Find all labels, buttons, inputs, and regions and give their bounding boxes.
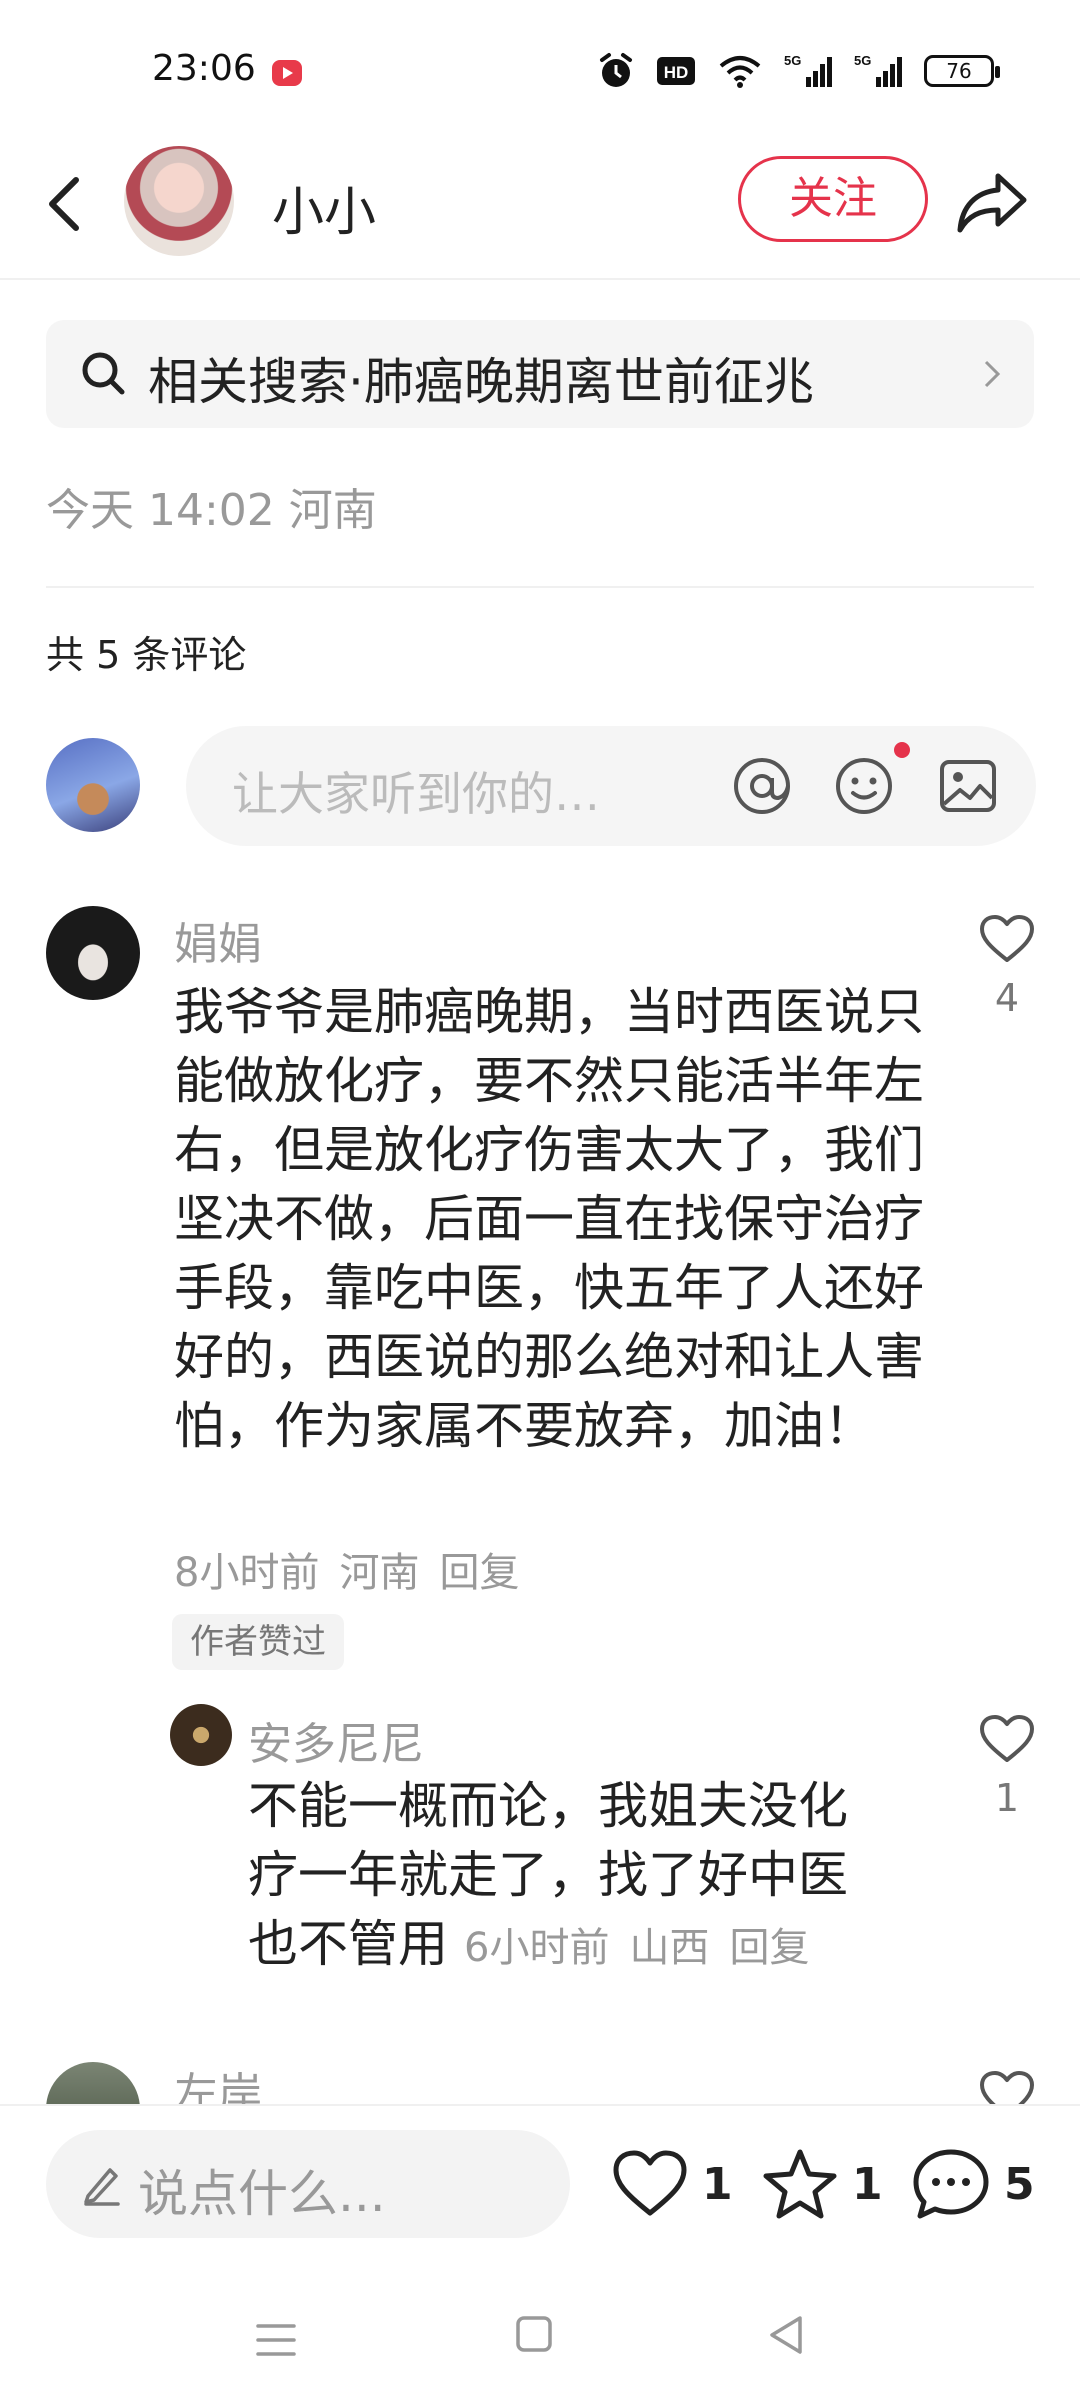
like-count: 1 xyxy=(994,1776,1020,1820)
author-avatar[interactable] xyxy=(124,146,234,256)
my-avatar xyxy=(46,738,140,832)
battery-icon: 76 xyxy=(924,55,1000,87)
comment-location: 河南 xyxy=(339,1550,420,1596)
heart-icon[interactable] xyxy=(979,1714,1035,1764)
commenter-avatar[interactable] xyxy=(170,1704,232,1766)
back-icon[interactable] xyxy=(36,166,96,242)
collect-count: 1 xyxy=(852,2158,883,2210)
comment-like[interactable]: 1 xyxy=(972,1714,1042,1820)
like-action[interactable]: 1 xyxy=(612,2144,733,2224)
comment-icon[interactable] xyxy=(912,2148,990,2220)
notification-dot xyxy=(894,742,910,758)
comment-input[interactable]: 让大家听到你的… xyxy=(186,726,1036,846)
search-icon xyxy=(82,352,125,395)
reply-button[interactable]: 回复 xyxy=(439,1550,519,1596)
follow-button[interactable]: 关注 xyxy=(738,156,928,242)
author-name[interactable]: 小小 xyxy=(272,170,376,245)
comment-time: 6小时前 xyxy=(464,1925,610,1971)
comment-count: 5 xyxy=(1004,2158,1035,2210)
heart-icon[interactable] xyxy=(612,2149,688,2219)
alarm-icon xyxy=(600,53,632,87)
post-time-location: 今天 14:02 河南 xyxy=(46,485,377,536)
menu-icon[interactable] xyxy=(256,2322,296,2358)
heart-icon[interactable] xyxy=(979,914,1035,964)
screen-record-icon xyxy=(272,60,302,86)
comment-action[interactable]: 5 xyxy=(912,2144,1035,2224)
wifi-icon xyxy=(719,56,761,88)
bottom-action-bar: 说点什么... 1 1 5 xyxy=(0,2104,1080,2270)
image-icon[interactable] xyxy=(938,756,998,816)
svg-text:5G: 5G xyxy=(784,53,801,68)
pencil-icon xyxy=(84,2168,120,2206)
header: 小小 关注 xyxy=(0,130,1080,280)
home-icon[interactable] xyxy=(514,2314,554,2354)
like-count: 1 xyxy=(702,2158,733,2210)
comment-count-label: 共 5 条评论 xyxy=(46,633,247,677)
share-icon[interactable] xyxy=(956,170,1028,234)
star-icon[interactable] xyxy=(762,2148,838,2220)
system-nav-bar xyxy=(0,2270,1080,2400)
say-something-placeholder: 说点什么... xyxy=(138,2165,386,2223)
hd-icon: HD xyxy=(657,57,695,85)
related-search[interactable]: 相关搜索·肺癌晚期离世前征兆 xyxy=(46,320,1034,428)
collect-action[interactable]: 1 xyxy=(762,2144,883,2224)
at-mention-icon[interactable] xyxy=(732,756,792,816)
related-search-text: 相关搜索·肺癌晚期离世前征兆 xyxy=(148,353,814,411)
comment-time: 8小时前 xyxy=(174,1550,320,1596)
svg-text:HD: HD xyxy=(664,63,689,82)
commenter-name[interactable]: 安多尼尼 xyxy=(248,1708,424,1772)
status-time: 23:06 xyxy=(152,48,256,89)
comment-like[interactable]: 4 xyxy=(972,914,1042,1020)
back-triangle-icon[interactable] xyxy=(766,2314,806,2356)
signal-5g-icon: 5G xyxy=(784,53,832,87)
commenter-avatar[interactable] xyxy=(46,906,140,1000)
commenter-name[interactable]: 娟娟 xyxy=(174,908,262,972)
svg-text:5G: 5G xyxy=(854,53,871,68)
divider xyxy=(46,586,1034,588)
chevron-right-icon xyxy=(984,360,1001,388)
status-bar: 23:06 HD 5G 5G 76 xyxy=(0,0,1080,130)
comment-location: 山西 xyxy=(629,1925,710,1971)
status-icons: HD 5G 5G 76 xyxy=(598,50,1000,92)
emoji-icon[interactable] xyxy=(834,756,894,816)
like-count: 4 xyxy=(994,976,1020,1020)
comment-text[interactable]: 我爷爷是肺癌晚期，当时西医说只能做放化疗，要不然只能活半年左右，但是放化疗伤害太… xyxy=(174,978,924,1461)
comment-meta: 6小时前 山西 回复 xyxy=(464,1925,829,1971)
comment-meta: 8小时前 河南 回复 xyxy=(174,1540,539,1598)
say-something-input[interactable]: 说点什么... xyxy=(46,2130,570,2238)
signal-5g-icon: 5G xyxy=(854,53,902,87)
author-liked-badge: 作者赞过 xyxy=(172,1614,344,1670)
comment-input-placeholder: 让大家听到你的… xyxy=(232,767,600,821)
comment-text[interactable]: 不能一概而论，我姐夫没化疗一年就走了，找了好中医也不管用 6小时前 山西 回复 xyxy=(248,1772,888,1983)
reply-button[interactable]: 回复 xyxy=(729,1925,809,1971)
